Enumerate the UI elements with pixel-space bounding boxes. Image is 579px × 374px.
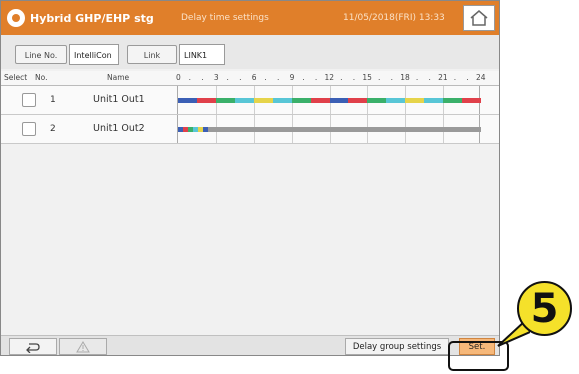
- time-tick-label: 24: [476, 73, 486, 82]
- time-tick-label: .: [314, 73, 318, 82]
- timeline-segment: [208, 127, 481, 132]
- col-name: Name: [107, 73, 130, 82]
- back-arrow-icon: [26, 342, 40, 353]
- time-tick-label: .: [226, 73, 229, 82]
- timeline-segment: [329, 98, 349, 103]
- delay-timeline-bar[interactable]: [178, 127, 481, 132]
- row-checkbox[interactable]: [22, 93, 36, 107]
- timeline-segment: [348, 98, 368, 103]
- time-tick-label: .: [415, 73, 419, 82]
- footer-bar: Delay group settings Set.: [1, 335, 499, 355]
- row-name: Unit1 Out1: [93, 94, 145, 105]
- datetime: 11/05/2018(FRI) 13:33: [343, 13, 445, 23]
- time-tick-label: 12: [324, 73, 335, 82]
- time-tick-label: .: [302, 73, 305, 82]
- timeline-segment: [253, 98, 273, 103]
- timeline-segment: [405, 98, 425, 103]
- time-tick-label: 18: [400, 73, 410, 82]
- timeline-segment: [272, 98, 292, 103]
- time-tick-label: .: [390, 73, 394, 82]
- time-tick-label: .: [277, 73, 280, 82]
- warning-icon: [76, 340, 90, 352]
- time-tick-label: 9: [289, 73, 295, 82]
- delay-group-settings-button[interactable]: Delay group settings: [345, 338, 449, 355]
- step-number-badge: 5: [517, 281, 572, 336]
- back-button[interactable]: [9, 338, 57, 355]
- time-tick-label: .: [264, 73, 267, 82]
- row-number: 1: [50, 95, 56, 105]
- timeline-segment: [443, 98, 463, 103]
- time-tick-label: .: [352, 73, 356, 82]
- home-button[interactable]: [463, 5, 495, 31]
- timeline-segment: [367, 98, 387, 103]
- time-tick-label: .: [340, 73, 343, 82]
- app-title-text: Hybrid GHP/EHP stg: [30, 11, 154, 25]
- time-tick-label: .: [466, 73, 469, 82]
- table-row[interactable]: 1 Unit1 Out1: [1, 86, 499, 115]
- time-tick-label: 15: [362, 73, 372, 82]
- timeline-segment: [424, 98, 444, 103]
- home-icon: [470, 10, 488, 26]
- time-tick-label: 6: [251, 73, 257, 82]
- col-no: No.: [35, 73, 48, 82]
- delay-timeline-bar[interactable]: [178, 98, 481, 103]
- time-axis: 0.. 3.. 6.. 9.. 12.. 15.. 18.. 21.. 24: [176, 71, 486, 85]
- timeline-segment: [234, 98, 254, 103]
- line-no-label: Line No.: [15, 45, 67, 64]
- table-row[interactable]: 2 Unit1 Out2: [1, 115, 499, 144]
- time-tick-label: 0: [176, 73, 181, 82]
- time-tick-label: .: [188, 73, 192, 82]
- time-tick-label: .: [201, 73, 204, 82]
- col-select: Select: [4, 73, 28, 82]
- row-number: 2: [50, 124, 56, 134]
- row-checkbox[interactable]: [22, 122, 36, 136]
- timeline-segment: [291, 98, 311, 103]
- time-tick-label: .: [428, 73, 431, 82]
- line-no-value[interactable]: IntelliCon: [69, 44, 119, 65]
- timeline-segment: [386, 98, 406, 103]
- row-name: Unit1 Out2: [93, 123, 145, 134]
- delay-time-screen: Hybrid GHP/EHP stg Delay time settings 1…: [0, 0, 500, 356]
- time-tick-label: 3: [213, 73, 219, 82]
- app-title: Hybrid GHP/EHP stg: [7, 1, 154, 35]
- column-header: Select No. Name 0.. 3.. 6.. 9.. 12.. 15.. 18..…: [1, 71, 499, 86]
- timeline-segment: [196, 98, 216, 103]
- timeline-segment: [178, 98, 197, 103]
- warning-button[interactable]: [59, 338, 107, 355]
- header-bar: Hybrid GHP/EHP stg Delay time settings 1…: [1, 1, 499, 35]
- timeline-segment: [462, 98, 481, 103]
- timeline-segment: [310, 98, 330, 103]
- filter-toolbar: Line No. IntelliCon Link LINK1: [1, 35, 499, 69]
- link-value[interactable]: LINK1: [179, 44, 225, 65]
- time-tick-label: .: [378, 73, 381, 82]
- time-tick-label: 21: [438, 73, 448, 82]
- time-tick-label: .: [239, 73, 242, 82]
- time-tick-label: .: [453, 73, 457, 82]
- timeline-segment: [215, 98, 235, 103]
- link-label: Link: [127, 45, 177, 64]
- sun-icon: [7, 9, 25, 27]
- screen-title: Delay time settings: [181, 13, 269, 23]
